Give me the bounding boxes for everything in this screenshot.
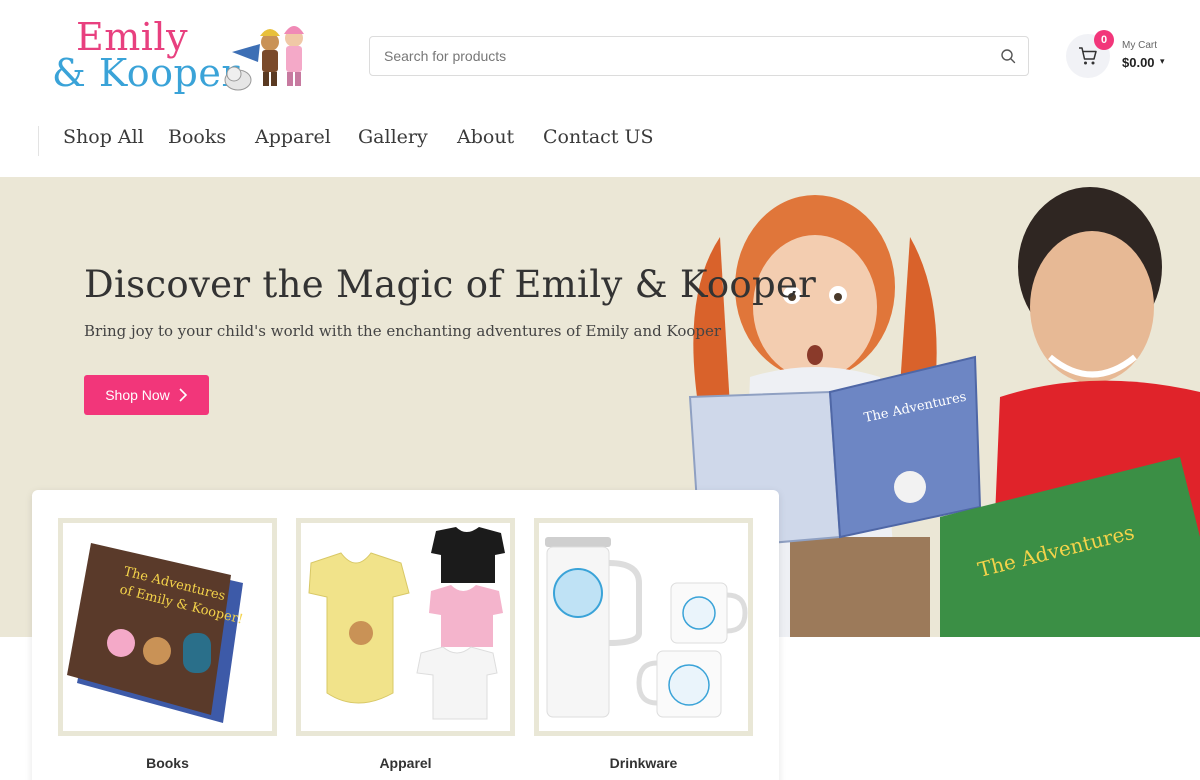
- category-drinkware[interactable]: Drinkware: [534, 518, 753, 771]
- category-card: The Adventures of Emily & Kooper! Books …: [32, 490, 779, 780]
- nav-item-shop-all[interactable]: Shop All: [63, 126, 144, 148]
- category-drinkware-image[interactable]: [534, 518, 753, 736]
- nav-item-books[interactable]: Books: [168, 126, 226, 148]
- site-header: Emily & Kooper Search for products 0 My …: [0, 0, 1200, 110]
- category-books-label[interactable]: Books: [58, 755, 277, 771]
- hero-title: Discover the Magic of Emily & Kooper: [84, 263, 817, 306]
- category-apparel[interactable]: Apparel: [296, 518, 515, 771]
- nav-item-contact[interactable]: Contact US: [543, 126, 654, 148]
- cart-widget[interactable]: 0 My Cart $0.00 ▾: [1066, 30, 1196, 80]
- nav-item-apparel[interactable]: Apparel: [255, 126, 331, 148]
- category-books[interactable]: The Adventures of Emily & Kooper! Books: [58, 518, 277, 771]
- logo-line-kooper: & Kooper: [52, 51, 241, 95]
- main-nav: Shop All Books Apparel Gallery About Con…: [0, 110, 1200, 176]
- nav-divider: [38, 126, 39, 156]
- shop-now-button[interactable]: Shop Now: [84, 375, 209, 415]
- category-books-image[interactable]: The Adventures of Emily & Kooper!: [58, 518, 277, 736]
- category-apparel-label[interactable]: Apparel: [296, 755, 515, 771]
- cart-total: $0.00: [1122, 55, 1155, 70]
- shop-now-label: Shop Now: [105, 387, 170, 403]
- cart-count-badge: 0: [1094, 30, 1114, 50]
- nav-item-gallery[interactable]: Gallery: [358, 126, 428, 148]
- nav-item-about[interactable]: About: [457, 126, 514, 148]
- search-bar[interactable]: [369, 36, 1029, 76]
- category-drinkware-label[interactable]: Drinkware: [534, 755, 753, 771]
- category-apparel-image[interactable]: [296, 518, 515, 736]
- cart-icon: [1079, 47, 1097, 65]
- chevron-right-icon: [179, 388, 187, 402]
- site-logo[interactable]: Emily & Kooper: [52, 14, 322, 100]
- logo-characters-illustration: [224, 26, 304, 91]
- cart-label: My Cart: [1122, 40, 1157, 51]
- hero-subtitle: Bring joy to your child's world with the…: [84, 322, 722, 340]
- caret-down-icon: ▾: [1160, 56, 1165, 66]
- search-icon[interactable]: [1000, 48, 1016, 64]
- search-input[interactable]: [384, 37, 984, 75]
